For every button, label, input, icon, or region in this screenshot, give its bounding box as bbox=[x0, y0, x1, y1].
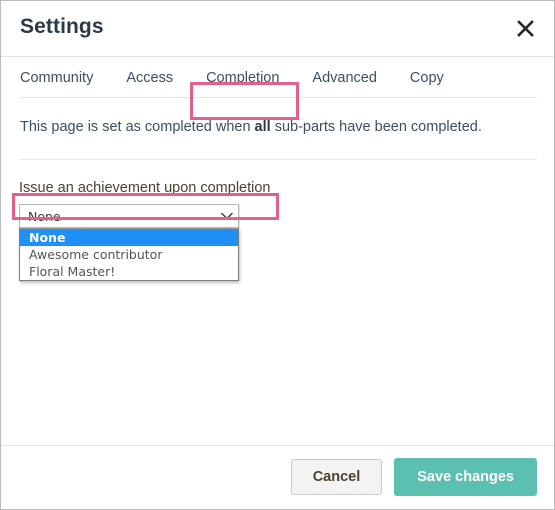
achievement-select-menu[interactable]: None Awesome contributor Floral Master! bbox=[19, 228, 239, 281]
tab-list: Community Access Completion Advanced Cop… bbox=[20, 63, 444, 95]
save-changes-button[interactable]: Save changes bbox=[394, 458, 537, 496]
settings-dialog: Settings Community Access Completion Adv… bbox=[0, 0, 555, 510]
select-option-none[interactable]: None bbox=[20, 229, 238, 246]
tab-advanced[interactable]: Advanced bbox=[312, 63, 377, 95]
info-text-emphasis: all bbox=[254, 119, 271, 135]
completion-info-text: This page is set as completed when all s… bbox=[20, 119, 482, 135]
dialog-body: This page is set as completed when all s… bbox=[1, 103, 554, 445]
select-option-floral-master[interactable]: Floral Master! bbox=[20, 263, 238, 280]
screenshot-root: Settings Community Access Completion Adv… bbox=[0, 0, 555, 510]
footer-actions: Cancel Save changes bbox=[290, 458, 537, 496]
tab-copy[interactable]: Copy bbox=[410, 63, 444, 95]
close-icon bbox=[516, 19, 535, 38]
dialog-header: Settings bbox=[1, 1, 554, 57]
tab-access[interactable]: Access bbox=[126, 63, 173, 95]
chevron-down-icon bbox=[216, 212, 238, 220]
achievement-field-label: Issue an achievement upon completion bbox=[19, 180, 271, 196]
achievement-select-value: None bbox=[28, 208, 61, 224]
tab-bar-divider bbox=[20, 97, 537, 98]
close-button[interactable] bbox=[511, 14, 539, 42]
select-option-awesome-contributor[interactable]: Awesome contributor bbox=[20, 246, 238, 263]
page-title: Settings bbox=[20, 15, 104, 38]
dialog-footer: Cancel Save changes bbox=[1, 445, 554, 509]
tab-community[interactable]: Community bbox=[20, 63, 93, 95]
cancel-button[interactable]: Cancel bbox=[290, 459, 383, 495]
section-divider bbox=[20, 159, 537, 160]
achievement-select[interactable]: None bbox=[19, 204, 239, 228]
tab-completion[interactable]: Completion bbox=[206, 63, 279, 95]
info-text-after: sub-parts have been completed. bbox=[270, 119, 482, 135]
tab-bar: Community Access Completion Advanced Cop… bbox=[1, 57, 554, 103]
info-text-before: This page is set as completed when bbox=[20, 119, 255, 135]
